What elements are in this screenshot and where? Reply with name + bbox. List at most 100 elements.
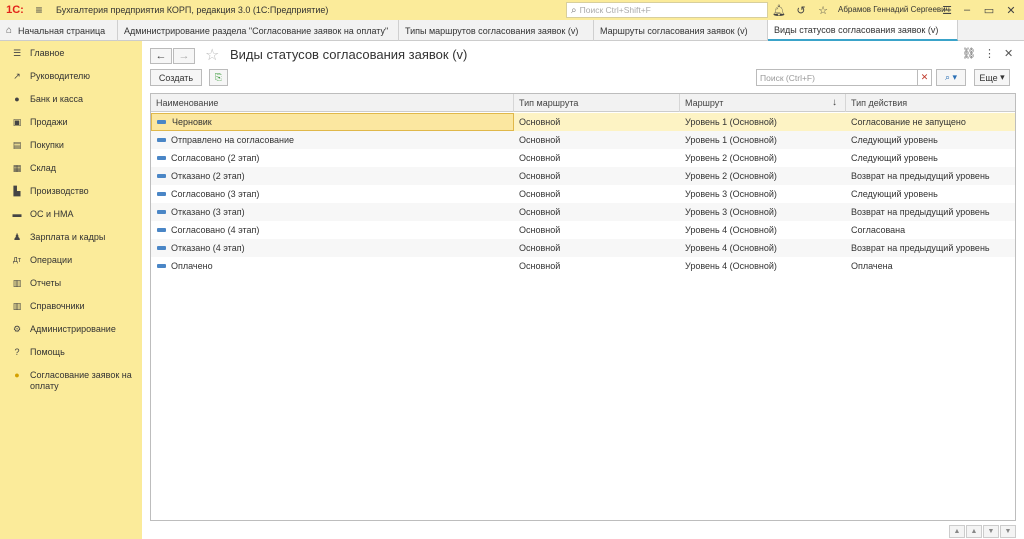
open-windows-tabs: ⌂ Начальная страница Администрирование р… (0, 20, 1024, 41)
forward-button[interactable]: → (173, 48, 195, 64)
sort-descending-icon: ↓ (832, 97, 837, 108)
add-to-favorites-icon[interactable]: ☆ (205, 45, 219, 65)
cell-name: Отправлено на согласование (171, 135, 295, 145)
scroll-down-button[interactable]: ▼ (983, 525, 999, 538)
sidebar-item-reports[interactable]: ▥ Отчеты (0, 278, 142, 289)
tab-route-types[interactable]: Типы маршрутов согласования заявок (v) (399, 20, 594, 41)
help-icon: ? (14, 347, 20, 357)
column-header-action-type[interactable]: Тип действия (846, 94, 1015, 112)
minimize-icon[interactable]: – (958, 2, 976, 18)
cell-name: Согласовано (3 этап) (171, 189, 260, 199)
sidebar-item-help[interactable]: ? Помощь (0, 347, 142, 358)
tab-label: Типы маршрутов согласования заявок (v) (405, 25, 579, 36)
list-search-input[interactable]: Поиск (Ctrl+F) (756, 69, 918, 86)
tab-label: Виды статусов согласования заявок (v) (774, 24, 939, 35)
copy-button[interactable]: ⎘ (209, 69, 228, 86)
menu-icon: ☰ (12, 48, 22, 58)
tab-routes[interactable]: Маршруты согласования заявок (v) (594, 20, 768, 41)
coin-icon: ● (14, 94, 20, 104)
close-icon[interactable]: ✕ (1002, 2, 1020, 18)
cell-name: Отказано (2 этап) (171, 171, 245, 181)
bell-icon[interactable]: 🔔︎ (770, 2, 788, 18)
global-search-input[interactable]: ⌕ Поиск Ctrl+Shift+F (566, 2, 768, 18)
more-label: Еще (979, 72, 998, 83)
table-row[interactable]: Отказано (4 этап) Основной Уровень 4 (Осно… (151, 239, 1015, 257)
more-button[interactable]: Еще ▾ (974, 69, 1010, 86)
table-row[interactable]: Черновик Основной Уровень 1 (Основной) Согл… (151, 113, 1015, 131)
settings-menu-icon[interactable]: ☰ (938, 2, 956, 18)
back-button[interactable]: ← (150, 48, 172, 64)
search-icon: ⌕ (571, 4, 577, 16)
trend-icon: ↗ (13, 71, 21, 81)
table-row[interactable]: Оплачено Основной Уровень 4 (Основной) Опла… (151, 257, 1015, 275)
sidebar-item-operations[interactable]: Дт Операции (0, 255, 142, 266)
link-icon[interactable]: ⛓ (962, 47, 976, 60)
sidebar-item-payment-approval[interactable]: ● Согласование заявок на оплату (0, 370, 142, 392)
sidebar-item-fixed-assets[interactable]: ▬ ОС и НМА (0, 209, 142, 220)
cell-name: Отказано (3 этап) (171, 207, 245, 217)
column-header-route[interactable]: Маршрут ↓ (680, 94, 846, 112)
sidebar-item-production[interactable]: ▙ Производство (0, 186, 142, 197)
cell-route: Уровень 2 (Основной) (685, 153, 777, 163)
table-row[interactable]: Согласовано (4 этап) Основной Уровень 4 (О… (151, 221, 1015, 239)
sidebar-item-sales[interactable]: ▣ Продажи (0, 117, 142, 128)
tab-admin-section[interactable]: Администрирование раздела "Согласование … (118, 20, 399, 41)
page-title: Виды статусов согласования заявок (v) (230, 47, 468, 62)
bag-icon: ▣ (12, 117, 22, 127)
cell-name: Согласовано (2 этап) (171, 153, 260, 163)
cell-action-type: Возврат на предыдущий уровень (851, 207, 990, 217)
tab-home[interactable]: ⌂ Начальная страница (0, 20, 118, 41)
catalog-item-icon (157, 120, 166, 124)
sidebar-item-manager[interactable]: ↗ Руководителю (0, 71, 142, 82)
restore-icon[interactable]: ▭ (980, 2, 998, 18)
app-logo: 1С: (6, 4, 24, 16)
sidebar-item-warehouse[interactable]: ▦ Склад (0, 163, 142, 174)
close-form-icon[interactable]: ✕ (1004, 47, 1013, 60)
cell-route-type: Основной (519, 171, 561, 181)
cell-action-type: Следующий уровень (851, 189, 938, 199)
cell-route: Уровень 1 (Основной) (685, 135, 777, 145)
sidebar-item-main[interactable]: ☰ Главное (0, 48, 142, 59)
search-button[interactable]: ⌕ ▾ (936, 69, 966, 86)
tab-status-types[interactable]: Виды статусов согласования заявок (v) (768, 20, 958, 41)
sidebar-item-purchases[interactable]: ▤ Покупки (0, 140, 142, 151)
scroll-bottom-button[interactable]: ▼ (1000, 525, 1016, 538)
cell-action-type: Согласование не запущено (851, 117, 966, 127)
cart-icon: ▤ (12, 140, 22, 150)
history-icon[interactable]: ↺ (792, 2, 810, 18)
sidebar-item-references[interactable]: ▥ Справочники (0, 301, 142, 312)
table-row[interactable]: Согласовано (2 этап) Основной Уровень 2 (О… (151, 149, 1015, 167)
status-types-table: Наименование Тип маршрута Маршрут ↓ Тип д… (150, 93, 1016, 521)
catalog-item-icon (157, 192, 166, 196)
scroll-up-button[interactable]: ▲ (966, 525, 982, 538)
cell-route: Уровень 3 (Основной) (685, 207, 777, 217)
column-header-name[interactable]: Наименование (151, 94, 514, 112)
tab-label: Администрирование раздела "Согласование … (124, 25, 389, 36)
main-menu-icon[interactable]: ≡ (30, 3, 48, 17)
catalog-item-icon (157, 246, 166, 250)
more-vertical-icon[interactable]: ⋮ (984, 47, 995, 60)
cell-action-type: Оплачена (851, 261, 893, 271)
catalog-item-icon (157, 156, 166, 160)
table-row[interactable]: Отказано (3 этап) Основной Уровень 3 (Осно… (151, 203, 1015, 221)
cell-route-type: Основной (519, 207, 561, 217)
table-row[interactable]: Отказано (2 этап) Основной Уровень 2 (Осно… (151, 167, 1015, 185)
app-title: Бухгалтерия предприятия КОРП, редакция 3… (56, 5, 329, 15)
user-name[interactable]: Абрамов Геннадий Сергеевич (838, 5, 950, 14)
main-content: ← → ☆ Виды статусов согласования заявок … (142, 41, 1024, 539)
favorites-star-icon[interactable]: ☆ (814, 2, 832, 18)
sidebar-item-salary[interactable]: ♟ Зарплата и кадры (0, 232, 142, 243)
column-header-route-type[interactable]: Тип маршрута (514, 94, 680, 112)
sidebar-item-administration[interactable]: ⚙ Администрирование (0, 324, 142, 335)
table-row[interactable]: Согласовано (3 этап) Основной Уровень 3 (О… (151, 185, 1015, 203)
clear-search-button[interactable]: ✕ (918, 69, 932, 86)
create-button[interactable]: Создать (150, 69, 202, 86)
catalog-item-icon (157, 264, 166, 268)
cell-action-type: Согласована (851, 225, 906, 235)
table-row[interactable]: Отправлено на согласование Основной Уровен… (151, 131, 1015, 149)
cell-action-type: Возврат на предыдущий уровень (851, 243, 990, 253)
sidebar-item-bank[interactable]: ● Банк и касса (0, 94, 142, 105)
scroll-top-button[interactable]: ▲ (949, 525, 965, 538)
cell-action-type: Возврат на предыдущий уровень (851, 171, 990, 181)
cell-route: Уровень 4 (Основной) (685, 261, 777, 271)
